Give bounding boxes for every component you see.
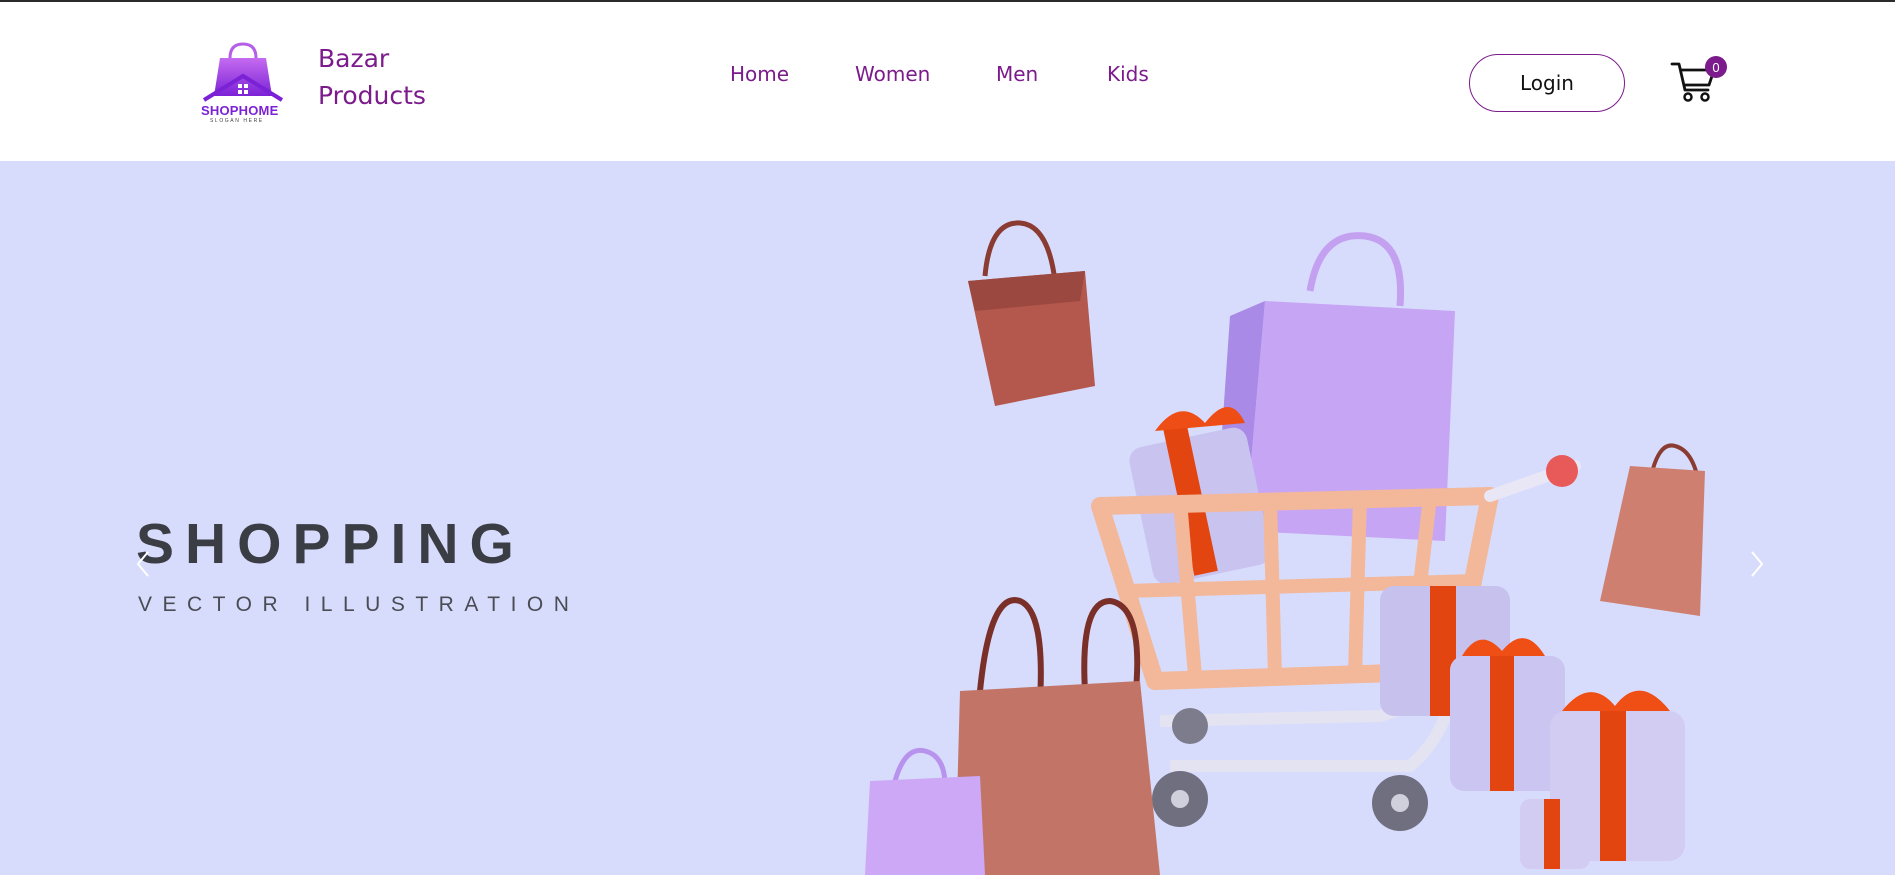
hero-subtitle: VECTOR ILLUSTRATION [138,593,580,616]
nav-women[interactable]: Women [855,62,930,86]
brand-name[interactable]: Bazar Products [318,40,426,114]
hero-carousel: SHOPPING VECTOR ILLUSTRATION [0,161,1895,875]
login-button[interactable]: Login [1469,54,1625,112]
logo-wordmark: SHOPHOME [201,103,279,118]
logo-slogan: SLOGAN HERE [210,118,264,124]
nav-home[interactable]: Home [730,62,789,86]
copper-bag-icon [955,597,1160,875]
site-header: SHOPHOME SLOGAN HERE Bazar Products Home… [0,2,1895,161]
cart-count-badge: 0 [1705,56,1727,78]
carousel-prev-chevron-left-icon[interactable] [128,544,158,584]
gift-stack-icon [1380,586,1685,869]
brown-bag-icon [968,220,1095,406]
rose-bag-icon [1600,443,1705,616]
brand-line-2: Products [318,81,426,110]
shopping-illustration [865,220,1705,875]
hero-title: SHOPPING [136,512,525,576]
nav-kids[interactable]: Kids [1107,62,1149,86]
brand-line-1: Bazar [318,44,390,73]
nav-men[interactable]: Men [996,62,1038,86]
